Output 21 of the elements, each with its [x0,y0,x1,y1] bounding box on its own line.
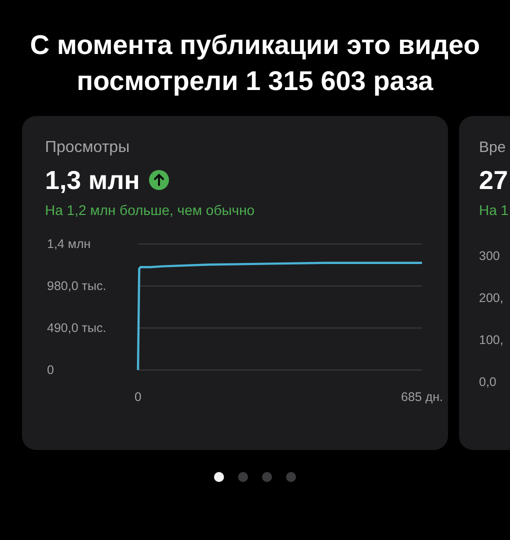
page-dot[interactable] [262,472,272,482]
page-dot[interactable] [214,472,224,482]
watch-time-value: 27 [479,164,508,196]
x-axis-label: 685 дн. [401,390,443,404]
y-axis-label: 0,0 [479,374,498,391]
y-axis-label: 490,0 тыс. [47,321,106,335]
card-title: Вре [479,138,507,158]
y-axis-label: 0 [47,363,54,377]
y-axis-label: 1,4 млн [47,237,91,251]
y-axis-label: 300 [479,248,501,265]
y-axis-label: 100, [479,332,504,349]
y-axis-label: 980,0 тыс. [47,279,106,293]
page-dot[interactable] [286,472,296,482]
headline: С момента публикации это видео посмотрели 1 315 603 раза [29,29,481,98]
card-title: Просмотры [45,138,131,158]
page-dot[interactable] [238,472,248,482]
delta-text: На 1,2 млн больше, чем обычно [45,201,256,219]
x-axis-label: 0 [134,390,142,404]
y-axis-label: 200, [479,290,504,307]
views-value: 1,3 млн [45,164,140,196]
delta-text: На 1 [479,201,510,219]
